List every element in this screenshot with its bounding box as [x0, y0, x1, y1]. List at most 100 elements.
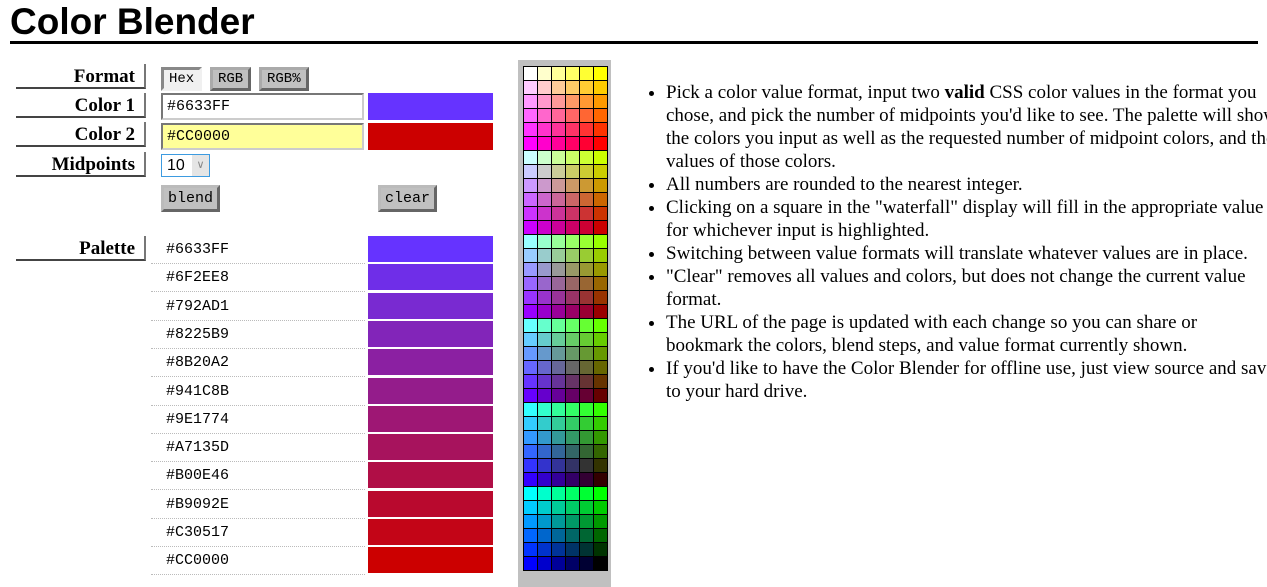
waterfall-swatch[interactable]: [524, 193, 537, 206]
waterfall-swatch[interactable]: [580, 67, 593, 80]
waterfall-swatch[interactable]: [538, 193, 551, 206]
waterfall-swatch[interactable]: [552, 305, 565, 318]
waterfall-swatch[interactable]: [524, 487, 537, 500]
waterfall-swatch[interactable]: [566, 109, 579, 122]
waterfall-swatch[interactable]: [524, 81, 537, 94]
waterfall-swatch[interactable]: [538, 459, 551, 472]
waterfall-swatch[interactable]: [566, 263, 579, 276]
waterfall-swatch[interactable]: [538, 249, 551, 262]
waterfall-swatch[interactable]: [566, 137, 579, 150]
waterfall-swatch[interactable]: [580, 557, 593, 570]
waterfall-swatch[interactable]: [538, 95, 551, 108]
waterfall-swatch[interactable]: [580, 389, 593, 402]
waterfall-swatch[interactable]: [580, 473, 593, 486]
waterfall-swatch[interactable]: [552, 319, 565, 332]
waterfall-swatch[interactable]: [538, 557, 551, 570]
waterfall-swatch[interactable]: [566, 319, 579, 332]
waterfall-swatch[interactable]: [580, 403, 593, 416]
waterfall-swatch[interactable]: [552, 389, 565, 402]
waterfall-swatch[interactable]: [552, 417, 565, 430]
waterfall-swatch[interactable]: [552, 375, 565, 388]
waterfall-swatch[interactable]: [552, 179, 565, 192]
waterfall-swatch[interactable]: [524, 263, 537, 276]
waterfall-swatch[interactable]: [552, 137, 565, 150]
waterfall-swatch[interactable]: [594, 431, 607, 444]
waterfall-swatch[interactable]: [566, 487, 579, 500]
waterfall-swatch[interactable]: [524, 277, 537, 290]
waterfall-swatch[interactable]: [594, 543, 607, 556]
waterfall-swatch[interactable]: [552, 95, 565, 108]
waterfall-swatch[interactable]: [580, 417, 593, 430]
waterfall-swatch[interactable]: [566, 361, 579, 374]
waterfall-swatch[interactable]: [566, 123, 579, 136]
waterfall-swatch[interactable]: [566, 81, 579, 94]
waterfall-swatch[interactable]: [580, 81, 593, 94]
waterfall-swatch[interactable]: [580, 137, 593, 150]
waterfall-swatch[interactable]: [580, 277, 593, 290]
waterfall-swatch[interactable]: [580, 207, 593, 220]
waterfall-swatch[interactable]: [566, 417, 579, 430]
waterfall-swatch[interactable]: [566, 473, 579, 486]
waterfall-swatch[interactable]: [538, 543, 551, 556]
waterfall-swatch[interactable]: [538, 473, 551, 486]
waterfall-swatch[interactable]: [580, 445, 593, 458]
waterfall-swatch[interactable]: [524, 291, 537, 304]
waterfall-swatch[interactable]: [538, 375, 551, 388]
waterfall-swatch[interactable]: [538, 221, 551, 234]
waterfall-swatch[interactable]: [552, 165, 565, 178]
waterfall-swatch[interactable]: [552, 207, 565, 220]
waterfall-swatch[interactable]: [552, 193, 565, 206]
waterfall-swatch[interactable]: [594, 459, 607, 472]
waterfall-swatch[interactable]: [538, 67, 551, 80]
waterfall-swatch[interactable]: [538, 501, 551, 514]
waterfall-swatch[interactable]: [552, 81, 565, 94]
format-rgb-percent-button[interactable]: RGB%: [259, 67, 309, 91]
waterfall-swatch[interactable]: [552, 277, 565, 290]
color1-input[interactable]: #6633FF: [161, 93, 364, 120]
waterfall-swatch[interactable]: [524, 319, 537, 332]
waterfall-swatch[interactable]: [552, 361, 565, 374]
waterfall-swatch[interactable]: [580, 347, 593, 360]
waterfall-swatch[interactable]: [524, 67, 537, 80]
waterfall-swatch[interactable]: [566, 333, 579, 346]
waterfall-swatch[interactable]: [594, 557, 607, 570]
waterfall-swatch[interactable]: [524, 543, 537, 556]
waterfall-swatch[interactable]: [594, 263, 607, 276]
waterfall-swatch[interactable]: [594, 473, 607, 486]
waterfall-swatch[interactable]: [566, 375, 579, 388]
waterfall-swatch[interactable]: [524, 515, 537, 528]
waterfall-swatch[interactable]: [566, 207, 579, 220]
waterfall-swatch[interactable]: [594, 109, 607, 122]
waterfall-swatch[interactable]: [538, 277, 551, 290]
waterfall-swatch[interactable]: [594, 389, 607, 402]
waterfall-swatch[interactable]: [566, 179, 579, 192]
waterfall-swatch[interactable]: [580, 501, 593, 514]
waterfall-swatch[interactable]: [594, 193, 607, 206]
waterfall-swatch[interactable]: [538, 81, 551, 94]
waterfall-swatch[interactable]: [580, 193, 593, 206]
waterfall-swatch[interactable]: [524, 445, 537, 458]
waterfall-swatch[interactable]: [538, 389, 551, 402]
waterfall-swatch[interactable]: [566, 95, 579, 108]
waterfall-swatch[interactable]: [552, 515, 565, 528]
waterfall-swatch[interactable]: [552, 123, 565, 136]
waterfall-swatch[interactable]: [566, 235, 579, 248]
waterfall-swatch[interactable]: [594, 221, 607, 234]
waterfall-swatch[interactable]: [524, 375, 537, 388]
waterfall-swatch[interactable]: [538, 431, 551, 444]
waterfall-swatch[interactable]: [524, 95, 537, 108]
waterfall-swatch[interactable]: [524, 529, 537, 542]
waterfall-swatch[interactable]: [580, 109, 593, 122]
waterfall-swatch[interactable]: [552, 459, 565, 472]
waterfall-swatch[interactable]: [594, 277, 607, 290]
waterfall-swatch[interactable]: [594, 515, 607, 528]
waterfall-swatch[interactable]: [524, 459, 537, 472]
waterfall-swatch[interactable]: [566, 529, 579, 542]
waterfall-swatch[interactable]: [594, 235, 607, 248]
waterfall-swatch[interactable]: [552, 221, 565, 234]
waterfall-swatch[interactable]: [538, 123, 551, 136]
waterfall-swatch[interactable]: [566, 165, 579, 178]
waterfall-swatch[interactable]: [580, 487, 593, 500]
waterfall-swatch[interactable]: [552, 445, 565, 458]
waterfall-swatch[interactable]: [552, 487, 565, 500]
